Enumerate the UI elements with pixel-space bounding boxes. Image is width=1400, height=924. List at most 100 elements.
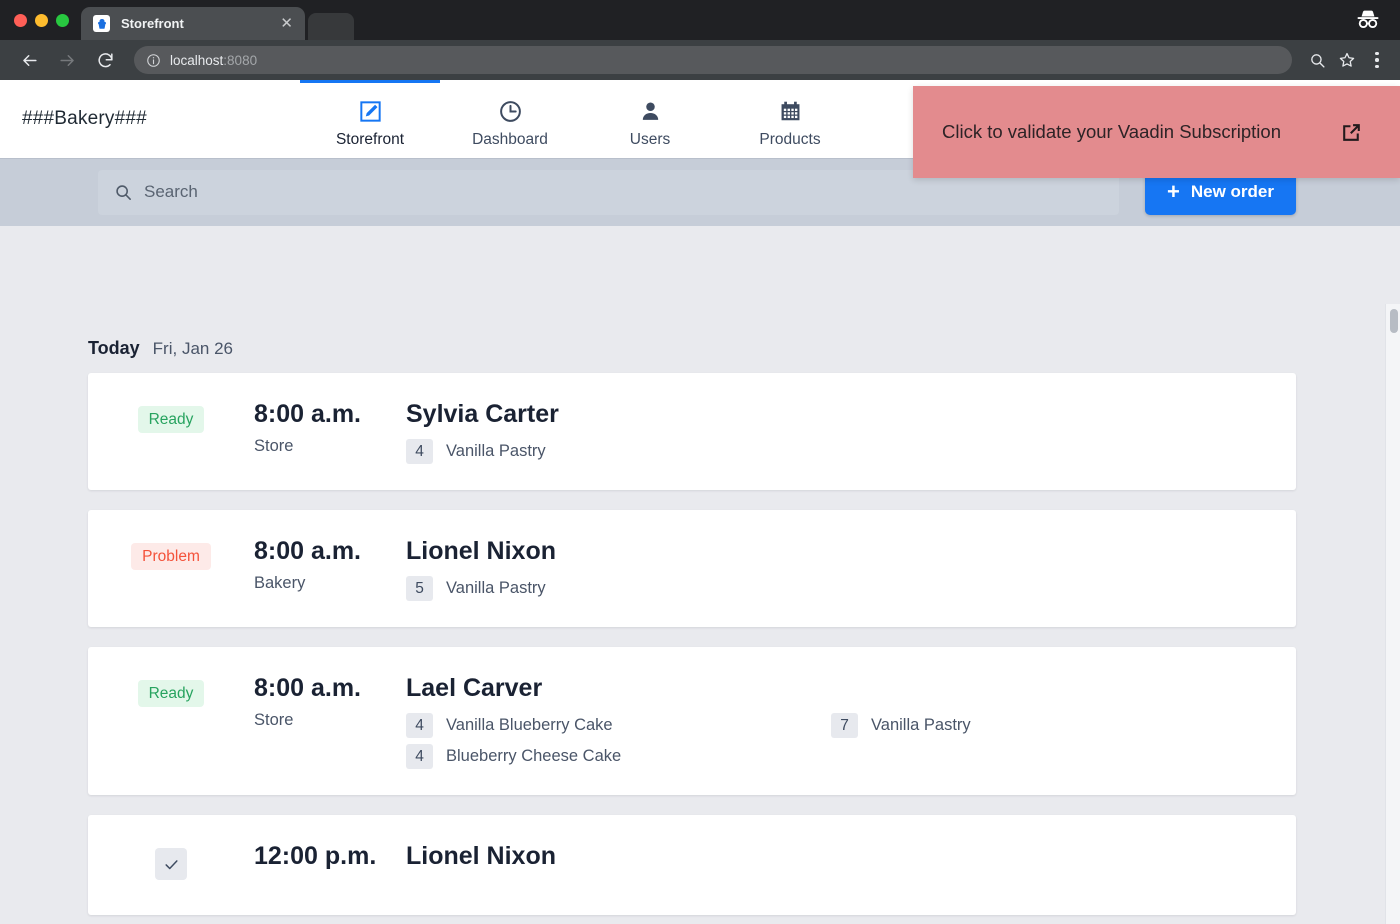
forward-arrow-icon [52, 45, 82, 75]
quantity-badge: 4 [406, 713, 433, 738]
order-items: 5 Vanilla Pastry [406, 576, 1296, 601]
url-port: :8080 [223, 52, 258, 68]
customer-name: Sylvia Carter [406, 400, 559, 428]
order-items: 4 Vanilla Blueberry Cake 7 Vanilla Pastr… [406, 713, 1296, 769]
close-window-button[interactable] [14, 14, 27, 27]
status-badge: Ready [137, 680, 205, 708]
order-details: Sylvia Carter 4 Vanilla Pastry [406, 401, 1296, 464]
scrollbar-thumb[interactable] [1390, 309, 1398, 333]
order-time-column: 12:00 p.m. [254, 843, 406, 879]
main-navigation: Storefront Dashboard Users Products [300, 80, 860, 158]
day-header: Today Fri, Jan 26 [0, 304, 1400, 373]
order-time: 8:00 a.m. [254, 674, 362, 702]
nav-tab-products[interactable]: Products [720, 80, 860, 158]
day-date: Fri, Jan 26 [152, 339, 233, 358]
plus-icon: + [1167, 179, 1180, 204]
star-icon[interactable] [1334, 47, 1360, 73]
order-place: Store [254, 711, 294, 729]
item-name: Blueberry Cheese Cake [446, 747, 622, 765]
new-tab-button[interactable] [308, 13, 354, 40]
browser-chrome: Storefront ✕ localhost:8080 [0, 0, 1400, 80]
order-card[interactable]: Ready 8:00 a.m. Store Lael Carver 4 Vani… [88, 647, 1296, 795]
nav-tab-label: Dashboard [472, 130, 548, 148]
nav-tab-label: Products [759, 130, 821, 148]
reload-icon[interactable] [90, 45, 120, 75]
new-order-label: New order [1190, 182, 1274, 201]
order-item: 4 Blueberry Cheese Cake [406, 744, 831, 769]
info-circle-icon[interactable] [146, 53, 161, 68]
order-card[interactable]: Problem 8:00 a.m. Bakery Lionel Nixon 5 … [88, 510, 1296, 627]
customer-name: Lionel Nixon [406, 842, 556, 870]
external-link-icon[interactable] [1339, 120, 1364, 145]
close-icon[interactable]: ✕ [276, 14, 297, 33]
maximize-window-button[interactable] [56, 14, 69, 27]
url-host: localhost [170, 52, 224, 68]
order-list: Ready 8:00 a.m. Store Sylvia Carter 4 Va… [0, 373, 1400, 915]
url-text: localhost:8080 [170, 53, 257, 68]
check-icon [164, 859, 178, 869]
browser-tab-title: Storefront [121, 16, 184, 31]
quantity-badge: 7 [831, 713, 858, 738]
item-name: Vanilla Pastry [446, 579, 546, 597]
app-brand[interactable]: ###Bakery### [0, 80, 300, 158]
item-name: Vanilla Pastry [871, 716, 971, 734]
customer-name: Lael Carver [406, 674, 543, 702]
order-item: 4 Vanilla Pastry [406, 439, 831, 464]
order-time: 12:00 p.m. [254, 842, 377, 870]
order-status [88, 843, 254, 880]
nav-tab-dashboard[interactable]: Dashboard [440, 80, 580, 158]
order-place: Bakery [254, 574, 306, 592]
item-name: Vanilla Pastry [446, 442, 546, 460]
kebab-menu-icon[interactable] [1364, 47, 1390, 73]
nav-tab-label: Storefront [335, 130, 405, 148]
order-time-column: 8:00 a.m. Store [254, 675, 406, 730]
order-details: Lael Carver 4 Vanilla Blueberry Cake 7 V… [406, 675, 1296, 769]
status-badge: Ready [137, 406, 205, 434]
quantity-badge: 4 [406, 439, 433, 464]
day-label: Today [88, 338, 140, 358]
order-details: Lionel Nixon 5 Vanilla Pastry [406, 538, 1296, 601]
search-icon [114, 183, 133, 202]
order-status: Ready [88, 675, 254, 708]
quantity-badge: 4 [406, 744, 433, 769]
quantity-badge: 5 [406, 576, 433, 601]
calendar-icon [778, 99, 803, 125]
minimize-window-button[interactable] [35, 14, 48, 27]
status-badge-delivered [155, 848, 187, 880]
browser-tab-storefront[interactable]: Storefront ✕ [81, 7, 305, 40]
app-header: ###Bakery### Storefront Dashboard Users … [0, 80, 1400, 178]
bakery-app: ###Bakery### Storefront Dashboard Users … [0, 80, 1400, 924]
clock-icon [498, 99, 523, 125]
vertical-scrollbar[interactable] [1385, 304, 1400, 924]
status-badge: Problem [131, 543, 211, 571]
vaadin-banner-text: Click to validate your Vaadin Subscripti… [942, 121, 1281, 142]
search-placeholder: Search [144, 182, 198, 201]
order-items: 4 Vanilla Pastry [406, 439, 1296, 464]
incognito-icon [1354, 6, 1382, 34]
browser-omnibar: localhost:8080 [0, 40, 1400, 80]
order-item: 5 Vanilla Pastry [406, 576, 831, 601]
browser-tabstrip: Storefront ✕ [0, 0, 1400, 40]
search-magnifier-icon[interactable] [1304, 47, 1330, 73]
order-card[interactable]: 12:00 p.m. Lionel Nixon [88, 815, 1296, 915]
order-time-column: 8:00 a.m. Bakery [254, 538, 406, 593]
nav-tab-users[interactable]: Users [580, 80, 720, 158]
order-place: Store [254, 437, 294, 455]
person-icon [638, 99, 663, 125]
address-bar[interactable]: localhost:8080 [134, 46, 1292, 74]
order-time-column: 8:00 a.m. Store [254, 401, 406, 456]
nav-tab-label: Users [629, 130, 671, 148]
order-item: 4 Vanilla Blueberry Cake [406, 713, 831, 738]
customer-name: Lionel Nixon [406, 537, 556, 565]
bakery-cupcake-icon [93, 15, 110, 32]
vaadin-subscription-banner[interactable]: Click to validate your Vaadin Subscripti… [913, 86, 1400, 178]
order-card[interactable]: Ready 8:00 a.m. Store Sylvia Carter 4 Va… [88, 373, 1296, 490]
item-name: Vanilla Blueberry Cake [446, 716, 613, 734]
order-item: 7 Vanilla Pastry [831, 713, 1296, 738]
back-arrow-icon[interactable] [14, 45, 44, 75]
edit-square-icon [358, 99, 383, 125]
order-status: Ready [88, 401, 254, 434]
order-time: 8:00 a.m. [254, 537, 362, 565]
nav-tab-storefront[interactable]: Storefront [300, 80, 440, 158]
order-time: 8:00 a.m. [254, 400, 362, 428]
